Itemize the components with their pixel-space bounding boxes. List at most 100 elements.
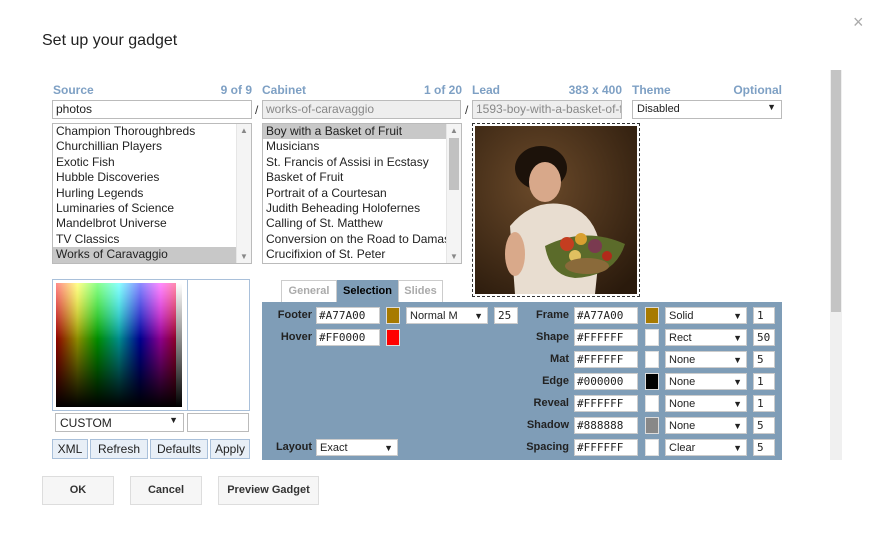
list-item[interactable]: Churchillian Players [53, 139, 236, 154]
color-picker[interactable] [52, 279, 250, 411]
list-item[interactable]: TV Classics [53, 232, 236, 247]
spacing-number-input[interactable]: 5 [753, 439, 775, 456]
mat-color-input[interactable]: #FFFFFF [574, 351, 638, 368]
xml-button[interactable]: XML [52, 439, 88, 459]
list-item[interactable]: Mandelbrot Universe [53, 216, 236, 231]
frame-style-select[interactable]: Solid ▼ [665, 307, 747, 324]
list-item[interactable]: Conversion on the Road to Damascus [263, 232, 446, 247]
layout-select[interactable]: Exact ▼ [316, 439, 398, 456]
ok-button[interactable]: OK [42, 476, 114, 505]
hover-color-swatch[interactable] [386, 329, 400, 346]
shape-style-value: Rect [669, 332, 692, 344]
scroll-thumb[interactable] [449, 138, 459, 190]
lead-image-frame[interactable] [472, 123, 640, 297]
shape-style-select[interactable]: Rect ▼ [665, 329, 747, 346]
scroll-up-icon[interactable]: ▲ [450, 126, 458, 135]
dropdown-arrow-icon: ▼ [384, 443, 393, 453]
shadow-number-input[interactable]: 5 [753, 417, 775, 434]
cabinet-list[interactable]: Boy with a Basket of Fruit Musicians St. F… [262, 123, 462, 264]
edge-color-swatch[interactable] [645, 373, 659, 390]
reveal-label: Reveal [533, 397, 569, 409]
edge-color-input[interactable]: #000000 [574, 373, 638, 390]
cabinet-input[interactable]: works-of-caravaggio [262, 100, 461, 119]
frame-style-value: Solid [669, 310, 694, 322]
picker-mode-value: CUSTOM [60, 416, 112, 430]
defaults-button[interactable]: Defaults [150, 439, 208, 459]
list-item[interactable]: Works of Caravaggio [53, 247, 236, 263]
apply-button[interactable]: Apply [210, 439, 250, 459]
tab-general[interactable]: General [281, 280, 337, 302]
refresh-button[interactable]: Refresh [90, 439, 148, 459]
list-item[interactable]: Crucifixion of St. Peter [263, 247, 446, 262]
scroll-thumb[interactable] [831, 70, 841, 312]
list-item[interactable]: Boy with a Basket of Fruit [263, 124, 446, 140]
mat-style-select[interactable]: None ▼ [665, 351, 747, 368]
theme-hint: Optional [733, 83, 782, 97]
dropdown-arrow-icon: ▼ [733, 355, 742, 365]
shadow-color-input[interactable]: #888888 [574, 417, 638, 434]
dialog-scrollbar[interactable] [830, 70, 842, 460]
shadow-color-swatch[interactable] [645, 417, 659, 434]
shape-color-swatch[interactable] [645, 329, 659, 346]
list-item[interactable]: Portrait of a Courtesan [263, 186, 446, 201]
scroll-up-icon[interactable]: ▲ [240, 126, 248, 135]
tab-slides[interactable]: Slides [398, 280, 443, 302]
footer-color-swatch[interactable] [386, 307, 400, 324]
color-preview [190, 283, 246, 407]
brightness-slider[interactable] [176, 283, 182, 407]
reveal-color-swatch[interactable] [645, 395, 659, 412]
dropdown-arrow-icon: ▼ [733, 443, 742, 453]
list-item[interactable]: Exotic Fish [53, 155, 236, 170]
dialog-title: Set up your gadget [42, 32, 178, 49]
theme-select[interactable]: Disabled ▼ [632, 100, 782, 119]
picker-hex-input[interactable] [187, 413, 249, 432]
spacing-style-select[interactable]: Clear ▼ [665, 439, 747, 456]
dropdown-arrow-icon: ▼ [733, 377, 742, 387]
frame-color-input[interactable]: #A77A00 [574, 307, 638, 324]
mat-number-input[interactable]: 5 [753, 351, 775, 368]
list-item[interactable]: Basket of Fruit [263, 170, 446, 185]
layout-label: Layout [275, 441, 312, 453]
scroll-down-icon[interactable]: ▼ [450, 252, 458, 261]
hover-color-input[interactable]: #FF0000 [316, 329, 380, 346]
reveal-style-select[interactable]: None ▼ [665, 395, 747, 412]
mat-color-swatch[interactable] [645, 351, 659, 368]
source-list-scrollbar[interactable]: ▲ ▼ [236, 124, 251, 263]
list-item[interactable]: Hurling Legends [53, 186, 236, 201]
source-input[interactable]: photos [52, 100, 252, 119]
shape-color-input[interactable]: #FFFFFF [574, 329, 638, 346]
reveal-color-input[interactable]: #FFFFFF [574, 395, 638, 412]
close-icon[interactable]: × [853, 12, 864, 33]
list-item[interactable]: Hubble Discoveries [53, 170, 236, 185]
preview-gadget-button[interactable]: Preview Gadget [218, 476, 319, 505]
footer-color-input[interactable]: #A77A00 [316, 307, 380, 324]
edge-number-input[interactable]: 1 [753, 373, 775, 390]
scroll-down-icon[interactable]: ▼ [240, 252, 248, 261]
footer-font-select[interactable]: Normal M ▼ [406, 307, 488, 324]
list-item[interactable]: St. Francis of Assisi in Ecstasy [263, 155, 446, 170]
edge-style-select[interactable]: None ▼ [665, 373, 747, 390]
list-item[interactable]: Calling of St. Matthew [263, 216, 446, 231]
list-item[interactable]: Musicians [263, 139, 446, 154]
color-spectrum[interactable] [56, 283, 182, 407]
list-item[interactable]: Luminaries of Science [53, 201, 236, 216]
cabinet-list-scrollbar[interactable]: ▲ ▼ [446, 124, 461, 263]
frame-color-swatch[interactable] [645, 307, 659, 324]
shape-number-input[interactable]: 50 [753, 329, 775, 346]
lead-size: 383 x 400 [568, 83, 622, 97]
tab-selection[interactable]: Selection [337, 280, 398, 302]
spacing-label: Spacing [526, 441, 569, 453]
shadow-style-select[interactable]: None ▼ [665, 417, 747, 434]
list-item[interactable]: Champion Thoroughbreds [53, 124, 236, 139]
list-item[interactable]: Judith Beheading Holofernes [263, 201, 446, 216]
spacing-color-swatch[interactable] [645, 439, 659, 456]
lead-painting-image [475, 126, 637, 294]
reveal-number-input[interactable]: 1 [753, 395, 775, 412]
lead-input[interactable]: 1593-boy-with-a-basket-of-fruit [472, 100, 622, 119]
cancel-button[interactable]: Cancel [130, 476, 202, 505]
picker-mode-select[interactable]: CUSTOM ▼ [55, 413, 184, 432]
theme-label: Theme [632, 83, 671, 97]
frame-number-input[interactable]: 1 [753, 307, 775, 324]
spacing-color-input[interactable]: #FFFFFF [574, 439, 638, 456]
source-list[interactable]: Champion Thoroughbreds Churchillian Playe… [52, 123, 252, 264]
